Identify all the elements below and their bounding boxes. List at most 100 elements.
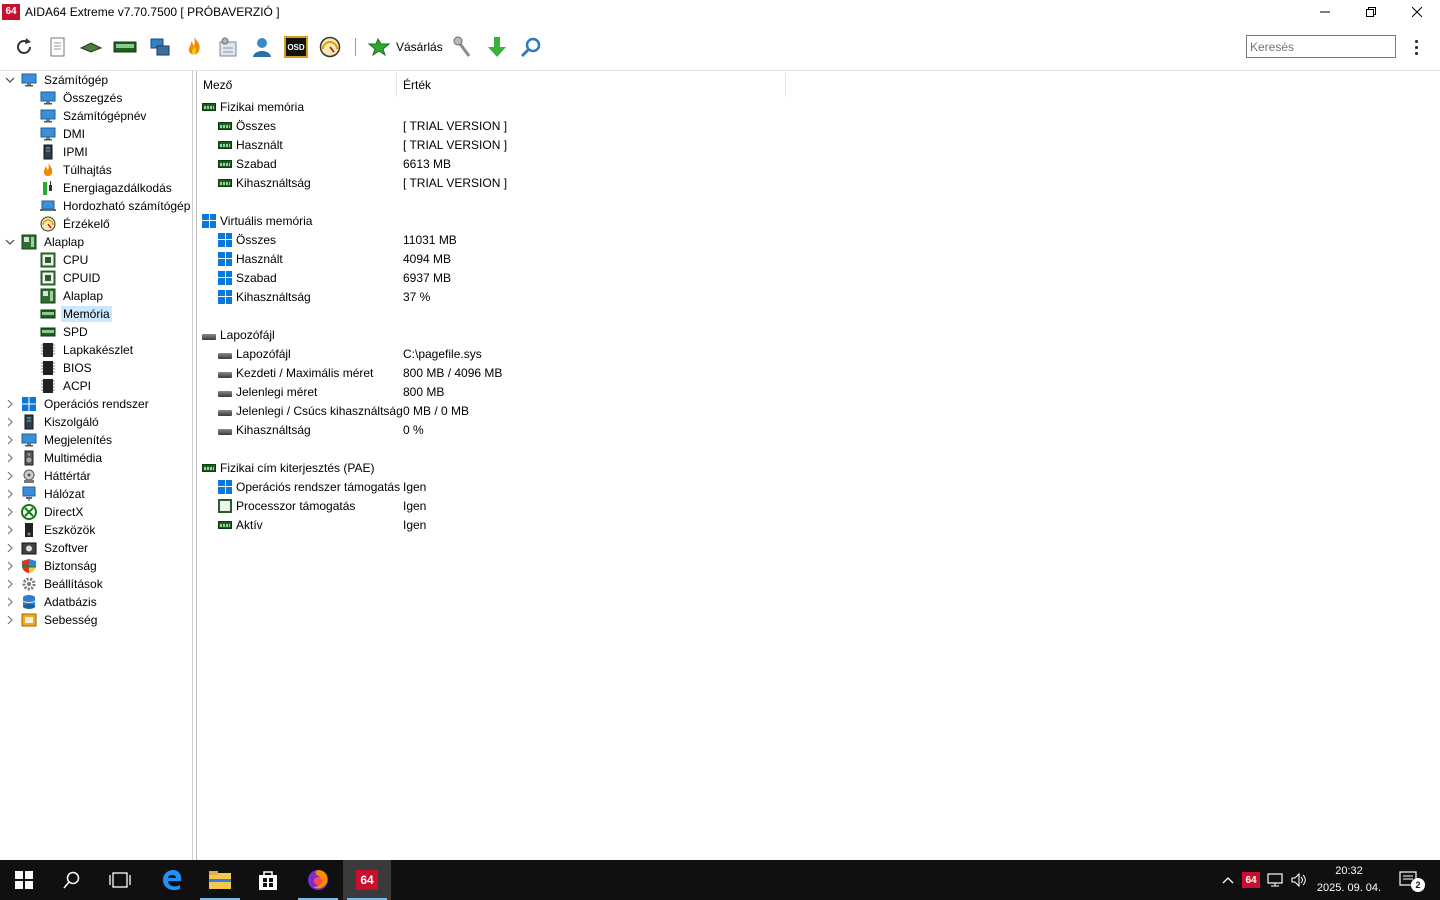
chevron-right-icon[interactable]	[5, 395, 15, 413]
start-button[interactable]	[0, 860, 48, 900]
chevron-right-icon[interactable]	[5, 449, 15, 467]
aida64-taskbar-button[interactable]: 64	[343, 860, 391, 900]
table-row[interactable]: Kezdeti / Maximális méret	[217, 363, 373, 382]
table-row[interactable]: Kihasználtság	[217, 173, 311, 192]
chevron-right-icon[interactable]	[5, 575, 15, 593]
buy-button[interactable]: Vásárlás	[368, 35, 443, 59]
search-icon[interactable]	[519, 35, 543, 59]
column-header-field[interactable]: Mező	[197, 73, 397, 97]
tree-item-hálózat[interactable]: Hálózat	[21, 485, 87, 503]
tree-item-dmi[interactable]: DMI	[40, 125, 87, 143]
more-options-icon[interactable]	[1408, 35, 1424, 59]
group-header-row[interactable]: Lapozófájl	[201, 325, 275, 344]
column-header-value[interactable]: Érték	[397, 73, 786, 97]
table-row[interactable]: Összes	[217, 230, 276, 249]
firefox-taskbar-button[interactable]	[294, 860, 342, 900]
chevron-right-icon[interactable]	[5, 413, 15, 431]
minimize-button[interactable]	[1302, 0, 1348, 23]
tree-item-számítógép[interactable]: Számítógép	[21, 71, 110, 89]
chevron-right-icon[interactable]	[5, 611, 15, 629]
gauge-icon[interactable]	[318, 35, 342, 59]
table-row[interactable]: Lapozófájl	[217, 344, 291, 363]
restore-button[interactable]	[1348, 0, 1394, 23]
table-row[interactable]: Szabad	[217, 268, 277, 287]
table-row[interactable]: Jelenlegi méret	[217, 382, 317, 401]
table-row[interactable]: Használt	[217, 249, 283, 268]
tree-item-sebesség[interactable]: Sebesség	[21, 611, 99, 629]
tree-item-összegzés[interactable]: Összegzés	[40, 89, 124, 107]
tree-item-cpu[interactable]: CPU	[40, 251, 90, 269]
tree-item-acpi[interactable]: ACPI	[40, 377, 93, 395]
refresh-icon[interactable]	[12, 35, 36, 59]
network-tray-icon[interactable]	[1265, 870, 1285, 890]
chevron-right-icon[interactable]	[5, 431, 15, 449]
tree-item-eszközök[interactable]: Eszközök	[21, 521, 97, 539]
tree-item-hordozható-számítógép[interactable]: Hordozható számítógép	[40, 197, 192, 215]
tree-item-érzékelő[interactable]: Érzékelő	[40, 215, 112, 233]
chevron-down-icon[interactable]	[5, 71, 15, 89]
tree-item-spd[interactable]: SPD	[40, 323, 90, 341]
tree-item-bios[interactable]: BIOS	[40, 359, 94, 377]
osd-icon[interactable]: OSD	[284, 35, 308, 59]
volume-tray-icon[interactable]	[1289, 870, 1309, 890]
memory-module-icon[interactable]	[79, 35, 103, 59]
chevron-right-icon[interactable]	[5, 467, 15, 485]
table-row[interactable]: Kihasználtság	[217, 287, 311, 306]
flame-icon[interactable]	[182, 35, 206, 59]
group-header-row[interactable]: Fizikai cím kiterjesztés (PAE)	[201, 458, 374, 477]
tree-item-cpuid[interactable]: CPUID	[40, 269, 102, 287]
chevron-right-icon[interactable]	[5, 521, 15, 539]
tree-item-beállítások[interactable]: Beállítások	[21, 575, 105, 593]
table-row[interactable]: Kihasználtság	[217, 420, 311, 439]
network-icon[interactable]	[148, 35, 172, 59]
aida64-tray-icon[interactable]: 64	[1241, 870, 1261, 890]
table-row[interactable]: Szabad	[217, 154, 277, 173]
tree-item-biztonság[interactable]: Biztonság	[21, 557, 99, 575]
group-header-row[interactable]: Virtuális memória	[201, 211, 312, 230]
chevron-down-icon[interactable]	[5, 233, 15, 251]
download-icon[interactable]	[485, 35, 509, 59]
tree-item-lapkakészlet[interactable]: Lapkakészlet	[40, 341, 135, 359]
system-clock[interactable]: 20:32 2025. 09. 04.	[1310, 863, 1388, 897]
tree-item-megjelenítés[interactable]: Megjelenítés	[21, 431, 114, 449]
tree-item-számítógépnév[interactable]: Számítógépnév	[40, 107, 148, 125]
ram-icon[interactable]	[113, 35, 137, 59]
store-taskbar-button[interactable]	[244, 860, 292, 900]
table-row[interactable]: Használt	[217, 135, 283, 154]
table-row[interactable]: Jelenlegi / Csúcs kihasználtság	[217, 401, 403, 420]
wrench-icon[interactable]	[451, 35, 475, 59]
tree-item-alaplap[interactable]: Alaplap	[40, 287, 105, 305]
tree-item-operációs-rendszer[interactable]: Operációs rendszer	[21, 395, 151, 413]
table-row[interactable]: Aktív	[217, 515, 263, 534]
tree-item-ipmi[interactable]: IPMI	[40, 143, 90, 161]
chevron-right-icon[interactable]	[5, 593, 15, 611]
user-icon[interactable]	[250, 35, 274, 59]
task-view-button[interactable]	[96, 860, 144, 900]
table-row[interactable]: Összes	[217, 116, 276, 135]
chevron-right-icon[interactable]	[5, 485, 15, 503]
report-icon[interactable]	[46, 35, 70, 59]
table-row[interactable]: Operációs rendszer támogatás	[217, 477, 400, 496]
tree-item-adatbázis[interactable]: Adatbázis	[21, 593, 99, 611]
tree-item-szoftver[interactable]: Szoftver	[21, 539, 90, 557]
edge-taskbar-button[interactable]	[148, 860, 196, 900]
show-hidden-icons-button[interactable]	[1218, 870, 1238, 890]
tree-item-multimédia[interactable]: Multimédia	[21, 449, 104, 467]
benchmark-icon[interactable]	[216, 35, 240, 59]
close-button[interactable]	[1394, 0, 1440, 23]
tree-item-kiszolgáló[interactable]: Kiszolgáló	[21, 413, 101, 431]
tree-item-túlhajtás[interactable]: Túlhajtás	[40, 161, 114, 179]
tree-item-directx[interactable]: DirectX	[21, 503, 85, 521]
table-row[interactable]: Processzor támogatás	[217, 496, 355, 515]
chevron-right-icon[interactable]	[5, 503, 15, 521]
tree-item-alaplap[interactable]: Alaplap	[21, 233, 86, 251]
group-header-row[interactable]: Fizikai memória	[201, 97, 304, 116]
tree-item-memória[interactable]: Memória	[40, 305, 112, 323]
tree-item-háttértár[interactable]: Háttértár	[21, 467, 93, 485]
notification-center-button[interactable]: 2	[1397, 870, 1425, 892]
chevron-right-icon[interactable]	[5, 539, 15, 557]
file-explorer-taskbar-button[interactable]	[196, 860, 244, 900]
search-input[interactable]	[1246, 35, 1396, 58]
chevron-right-icon[interactable]	[5, 557, 15, 575]
taskbar-search-button[interactable]	[48, 860, 96, 900]
